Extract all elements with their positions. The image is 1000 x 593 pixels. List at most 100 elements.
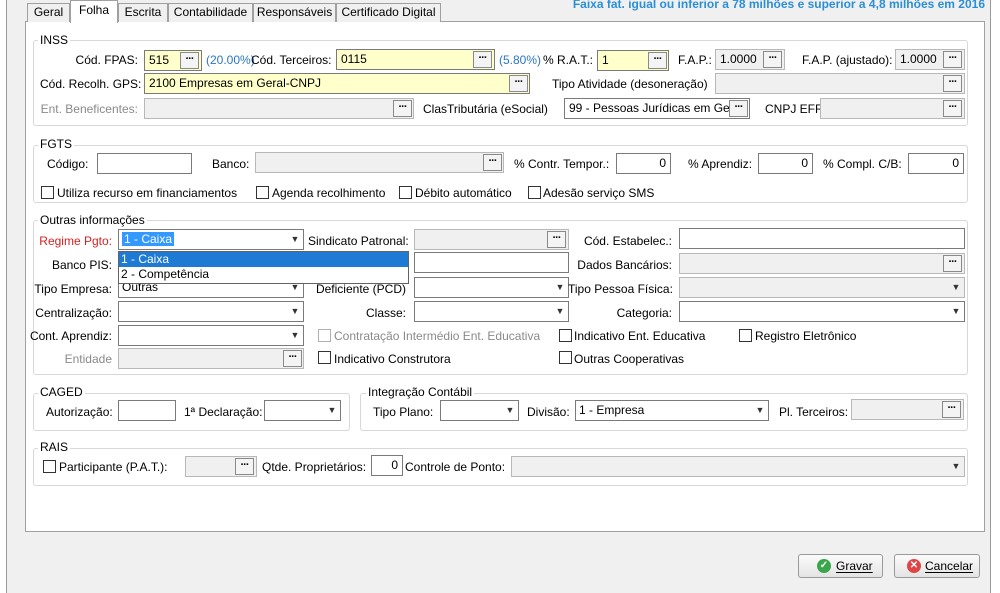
compl-cb-label: % Compl. C/B: [823,157,902,171]
tab-responsaveis[interactable]: Responsáveis [253,3,336,22]
financiamentos-label[interactable]: Utiliza recurso em financiamentos [57,186,237,200]
fap-lookup-button[interactable]: ··· [763,51,782,68]
fgts-banco-input[interactable] [255,152,504,173]
compl-cb-input[interactable]: 0 [908,153,964,174]
participante-lookup-button[interactable]: ··· [235,458,254,475]
cnpj-efr-lookup-button[interactable]: ··· [943,100,962,117]
entidade-lookup-button[interactable]: ··· [283,350,302,367]
regime-option-caixa[interactable]: 1 - Caixa [119,252,408,267]
cod-recolh-gps-input[interactable]: 2100 Empresas em Geral-CNPJ [144,73,530,94]
cod-terceiros-input[interactable]: 0115 [336,49,495,70]
integracao-title: Integração Contábil [366,385,475,399]
tipo-plano-label: Tipo Plano: [373,405,434,419]
divisao-chevron-down-icon[interactable]: ▼ [753,401,767,420]
sms-checkbox[interactable] [528,186,541,199]
pl-terceiros-lookup-button[interactable]: ··· [942,401,961,418]
cod-terceiros-label: Cód. Terceiros: [251,53,332,67]
cont-aprendiz-label: Cont. Aprendiz: [29,329,112,343]
participante-label[interactable]: Participante (P.A.T.): [59,460,168,474]
categoria-chevron-down-icon[interactable]: ▼ [949,302,963,321]
cod-estabelec-input[interactable] [679,228,965,249]
centralizacao-select[interactable] [118,301,304,322]
entidade-label: Entidade [64,352,112,366]
regime-pgto-dropdown-list: 1 - Caixa 2 - Competência [118,251,409,284]
registro-eletronico-checkbox[interactable] [739,329,752,342]
debito-checkbox[interactable] [399,186,412,199]
contr-tempor-label: % Contr. Tempor.: [514,157,610,171]
controle-ponto-label: Controle de Ponto: [405,460,506,474]
centralizacao-chevron-down-icon[interactable]: ▼ [288,302,302,321]
sms-label[interactable]: Adesão serviço SMS [543,186,654,200]
regime-option-competencia[interactable]: 2 - Competência [119,267,408,282]
indicativo-ent-label[interactable]: Indicativo Ent. Educativa [574,329,705,343]
dados-bancarios-label: Dados Bancários: [577,258,672,272]
regime-pgto-value: 1 - Caixa [122,232,175,246]
controle-ponto-chevron-down-icon[interactable]: ▼ [949,457,963,476]
tab-contabilidade[interactable]: Contabilidade [168,3,253,22]
cod-terceiros-lookup-button[interactable]: ··· [473,51,492,68]
divisao-select[interactable]: 1 - Empresa [575,400,769,421]
classe-label: Classe: [365,306,406,320]
categoria-select[interactable] [679,301,965,322]
sindicato-lookup-button[interactable]: ··· [547,231,566,248]
banco-pis-input[interactable] [414,252,569,273]
aprendiz-input[interactable]: 0 [758,153,813,174]
entidade-input[interactable] [118,348,304,369]
deficiente-chevron-down-icon[interactable]: ▼ [553,278,567,297]
cooperativas-checkbox[interactable] [559,351,572,364]
construtora-label[interactable]: Indicativo Construtora [334,352,451,366]
agenda-checkbox[interactable] [256,186,269,199]
ent-beneficentes-input[interactable] [144,98,414,119]
ent-beneficentes-lookup-button[interactable]: ··· [393,100,412,117]
cod-recolh-gps-lookup-button[interactable]: ··· [509,75,528,92]
regime-pgto-chevron-down-icon[interactable]: ▼ [288,230,302,249]
contr-tempor-input[interactable]: 0 [616,153,671,174]
clas-tributaria-input[interactable]: 99 - Pessoas Jurídicas em Geral [564,98,750,119]
fap-ajustado-lookup-button[interactable]: ··· [943,51,962,68]
fgts-banco-lookup-button[interactable]: ··· [483,154,502,171]
agenda-label[interactable]: Agenda recolhimento [272,186,385,200]
registro-eletronico-label[interactable]: Registro Eletrônico [755,329,856,343]
qtde-proprietarios-input[interactable]: 0 [371,455,403,476]
indicativo-ent-checkbox[interactable] [559,329,572,342]
divisao-label: Divisão: [527,405,570,419]
tab-folha[interactable]: Folha [70,0,118,23]
dados-bancarios-lookup-button[interactable]: ··· [943,255,962,272]
tipo-atividade-lookup-button[interactable]: ··· [943,75,962,92]
tipo-pessoa-chevron-down-icon[interactable]: ▼ [949,278,963,297]
tab-escrita[interactable]: Escrita [118,3,168,22]
clas-tributaria-lookup-button[interactable]: ··· [729,100,748,117]
fgts-codigo-input[interactable] [97,153,192,174]
caged-title: CAGED [38,385,85,399]
sindicato-input[interactable] [414,229,569,250]
regime-pgto-select[interactable]: 1 - Caixa [118,229,304,250]
cont-aprendiz-chevron-down-icon[interactable]: ▼ [288,326,302,345]
deficiente-select[interactable] [414,277,569,298]
declaracao-chevron-down-icon[interactable]: ▼ [325,401,339,420]
tipo-pessoa-select[interactable] [679,277,965,298]
tipo-plano-chevron-down-icon[interactable]: ▼ [503,401,517,420]
rat-lookup-button[interactable]: ··· [648,52,667,69]
participante-checkbox[interactable] [43,460,56,473]
tab-certificado-digital[interactable]: Certificado Digital [336,3,441,22]
classe-select[interactable] [414,301,569,322]
debito-label[interactable]: Débito automático [415,186,512,200]
cancelar-button[interactable]: ✕ Cancelar [894,554,980,578]
contratacao-label[interactable]: Contratação Intermédio Ent. Educativa [334,329,540,343]
gravar-button[interactable]: ✓ Gravar [798,554,883,578]
declaracao-label: 1ª Declaração: [184,405,263,419]
financiamentos-checkbox[interactable] [41,186,54,199]
cooperativas-label[interactable]: Outras Cooperativas [574,352,684,366]
autorizacao-input[interactable] [118,400,176,421]
classe-chevron-down-icon[interactable]: ▼ [553,302,567,321]
cont-aprendiz-select[interactable] [118,325,304,346]
cod-fpas-lookup-button[interactable]: ··· [180,52,199,69]
construtora-checkbox[interactable] [318,351,331,364]
contratacao-checkbox[interactable] [318,329,331,342]
cnpj-efr-label: CNPJ EFR [765,102,824,116]
tab-geral[interactable]: Geral [27,3,70,22]
dados-bancarios-input[interactable] [679,253,965,274]
controle-ponto-select[interactable] [511,456,965,477]
tipo-atividade-input[interactable] [715,73,965,94]
regime-pgto-label: Regime Pgto: [39,234,112,248]
